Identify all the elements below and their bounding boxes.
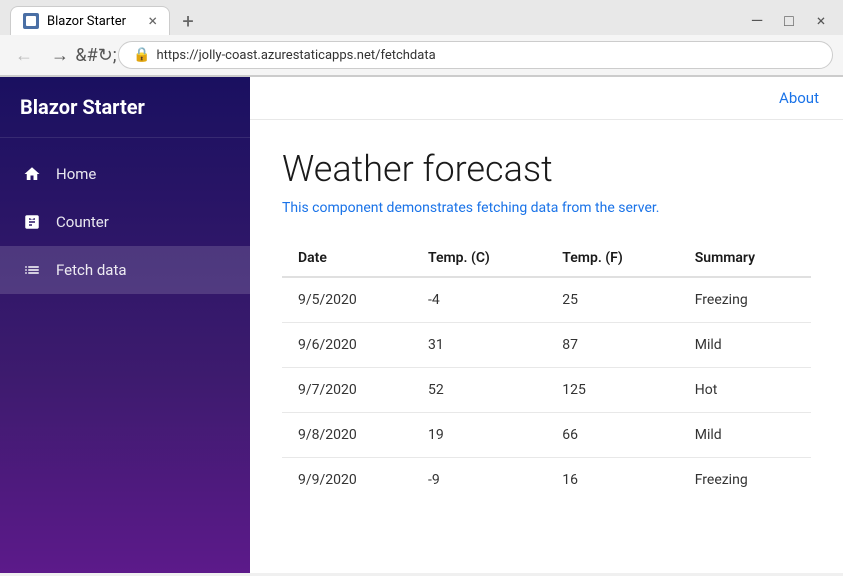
cell-summary: Hot: [679, 368, 811, 413]
col-header-summary: Summary: [679, 240, 811, 277]
browser-titlebar: Blazor Starter × + — □ ×: [0, 0, 843, 35]
table-row: 9/5/2020-425Freezing: [282, 277, 811, 323]
cell-tempf: 66: [546, 413, 678, 458]
cell-date: 9/9/2020: [282, 458, 412, 503]
nav-item-counter[interactable]: Counter: [0, 198, 250, 246]
maximize-button[interactable]: □: [777, 9, 801, 33]
cell-tempc: -9: [412, 458, 546, 503]
page-title: Weather forecast: [282, 148, 811, 190]
table-row: 9/6/20203187Mild: [282, 323, 811, 368]
minimize-button[interactable]: —: [745, 9, 769, 33]
secure-icon: 🔒: [133, 47, 150, 63]
home-icon: [22, 164, 42, 184]
table-header-row: Date Temp. (C) Temp. (F) Summary: [282, 240, 811, 277]
counter-icon: [22, 212, 42, 232]
table-row: 9/8/20201966Mild: [282, 413, 811, 458]
nav-item-fetchdata[interactable]: Fetch data: [0, 246, 250, 294]
app-container: Blazor Starter Home Counter Fetch data: [0, 77, 843, 573]
cell-tempf: 125: [546, 368, 678, 413]
col-header-date: Date: [282, 240, 412, 277]
forward-button[interactable]: →: [46, 41, 74, 69]
new-tab-button[interactable]: +: [174, 7, 202, 35]
cell-date: 9/5/2020: [282, 277, 412, 323]
table-row: 9/7/202052125Hot: [282, 368, 811, 413]
col-header-tempc: Temp. (C): [412, 240, 546, 277]
table-row: 9/9/2020-916Freezing: [282, 458, 811, 503]
cell-tempc: 52: [412, 368, 546, 413]
window-controls: — □ ×: [745, 9, 833, 33]
cell-tempf: 25: [546, 277, 678, 323]
address-bar[interactable]: 🔒 https://jolly-coast.azurestaticapps.ne…: [118, 41, 833, 69]
close-button[interactable]: ×: [809, 9, 833, 33]
nav-fetchdata-label: Fetch data: [56, 261, 127, 279]
top-bar: About: [250, 77, 843, 120]
cell-summary: Freezing: [679, 458, 811, 503]
browser-tab[interactable]: Blazor Starter ×: [10, 6, 170, 35]
tab-favicon: [23, 13, 39, 29]
browser-toolbar: ← → &#↻; 🔒 https://jolly-coast.azurestat…: [0, 35, 843, 76]
cell-tempc: 31: [412, 323, 546, 368]
cell-date: 9/6/2020: [282, 323, 412, 368]
nav-home-label: Home: [56, 165, 96, 183]
fetchdata-icon: [22, 260, 42, 280]
page-subtitle: This component demonstrates fetching dat…: [282, 200, 811, 216]
back-button[interactable]: ←: [10, 41, 38, 69]
cell-summary: Mild: [679, 323, 811, 368]
tab-title: Blazor Starter: [47, 14, 126, 29]
cell-tempc: 19: [412, 413, 546, 458]
sidebar-title: Blazor Starter: [0, 77, 250, 138]
sidebar-nav: Home Counter Fetch data: [0, 138, 250, 306]
cell-summary: Mild: [679, 413, 811, 458]
cell-tempf: 16: [546, 458, 678, 503]
url-text: https://jolly-coast.azurestaticapps.net/…: [156, 48, 435, 63]
cell-date: 9/8/2020: [282, 413, 412, 458]
main-content: About Weather forecast This component de…: [250, 77, 843, 573]
browser-chrome: Blazor Starter × + — □ × ← → &#↻; 🔒 http…: [0, 0, 843, 77]
tab-close-button[interactable]: ×: [148, 13, 157, 29]
sidebar: Blazor Starter Home Counter Fetch data: [0, 77, 250, 573]
about-link[interactable]: About: [779, 89, 819, 107]
nav-counter-label: Counter: [56, 213, 109, 231]
weather-table: Date Temp. (C) Temp. (F) Summary 9/5/202…: [282, 240, 811, 502]
cell-tempc: -4: [412, 277, 546, 323]
refresh-button[interactable]: &#↻;: [82, 41, 110, 69]
content-area: Weather forecast This component demonstr…: [250, 120, 843, 530]
nav-item-home[interactable]: Home: [0, 150, 250, 198]
cell-summary: Freezing: [679, 277, 811, 323]
col-header-tempf: Temp. (F): [546, 240, 678, 277]
cell-date: 9/7/2020: [282, 368, 412, 413]
cell-tempf: 87: [546, 323, 678, 368]
